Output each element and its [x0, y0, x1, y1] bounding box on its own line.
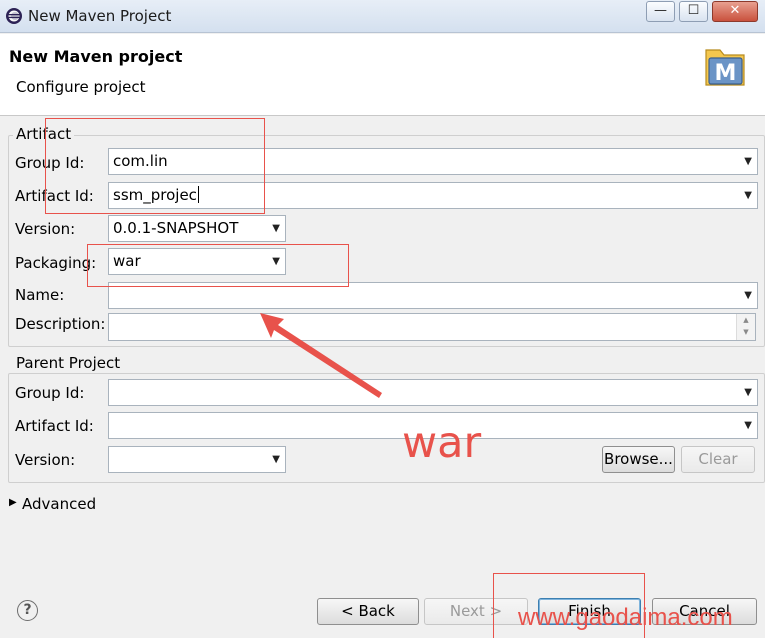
parent-version-combo[interactable]: ▼ — [108, 446, 286, 473]
eclipse-app-icon — [6, 8, 22, 24]
page-title: New Maven project — [9, 47, 183, 66]
chevron-down-icon[interactable]: ▼ — [272, 454, 280, 465]
clear-button[interactable]: Clear — [681, 446, 755, 473]
browse-button[interactable]: Browse... — [602, 446, 675, 473]
chevron-down-icon[interactable]: ▼ — [744, 190, 752, 201]
name-label: Name: — [15, 286, 65, 304]
help-icon[interactable]: ? — [17, 600, 38, 621]
parent-group-id-label: Group Id: — [15, 384, 85, 402]
description-textarea[interactable] — [108, 313, 756, 341]
parent-artifact-id-label: Artifact Id: — [15, 417, 94, 435]
scroll-down-icon[interactable]: ▼ — [737, 326, 755, 338]
maven-logo-icon: M — [705, 49, 745, 86]
watermark-text: www.gaodaima.com — [518, 604, 733, 631]
annotation-war-text: war — [402, 418, 482, 468]
version-combo[interactable]: 0.0.1-SNAPSHOT ▼ — [108, 215, 286, 242]
parent-project-group-label: Parent Project — [13, 354, 124, 372]
parent-group-id-combo[interactable]: ▼ — [108, 379, 758, 406]
version-value: 0.0.1-SNAPSHOT — [113, 219, 239, 237]
description-label: Description: — [15, 315, 106, 333]
page-subtitle: Configure project — [16, 78, 146, 96]
version-label: Version: — [15, 220, 76, 238]
chevron-down-icon[interactable]: ▼ — [744, 420, 752, 431]
back-button[interactable]: < Back — [317, 598, 419, 625]
window-title: New Maven Project — [28, 7, 172, 25]
annotation-box-packaging — [87, 244, 349, 287]
description-scrollbar[interactable]: ▲ ▼ — [736, 314, 755, 340]
scroll-up-icon[interactable]: ▲ — [737, 314, 755, 326]
chevron-down-icon[interactable]: ▼ — [744, 156, 752, 167]
title-bar: New Maven Project — ☐ ✕ — [0, 0, 765, 33]
parent-version-label: Version: — [15, 451, 76, 469]
minimize-button[interactable]: — — [646, 1, 675, 22]
chevron-down-icon[interactable]: ▼ — [272, 223, 280, 234]
expand-arrow-icon[interactable]: ▶ — [9, 497, 17, 508]
annotation-arrow — [260, 313, 382, 398]
maven-logo-letter: M — [715, 61, 737, 86]
dialog-header: New Maven project Configure project M — [0, 34, 765, 116]
maximize-button[interactable]: ☐ — [679, 1, 708, 22]
chevron-down-icon[interactable]: ▼ — [744, 290, 752, 301]
advanced-toggle[interactable]: Advanced — [22, 495, 96, 513]
chevron-down-icon[interactable]: ▼ — [744, 387, 752, 398]
annotation-box-group-artifact — [45, 118, 265, 214]
close-window-button[interactable]: ✕ — [712, 1, 758, 22]
packaging-label: Packaging: — [15, 254, 97, 272]
